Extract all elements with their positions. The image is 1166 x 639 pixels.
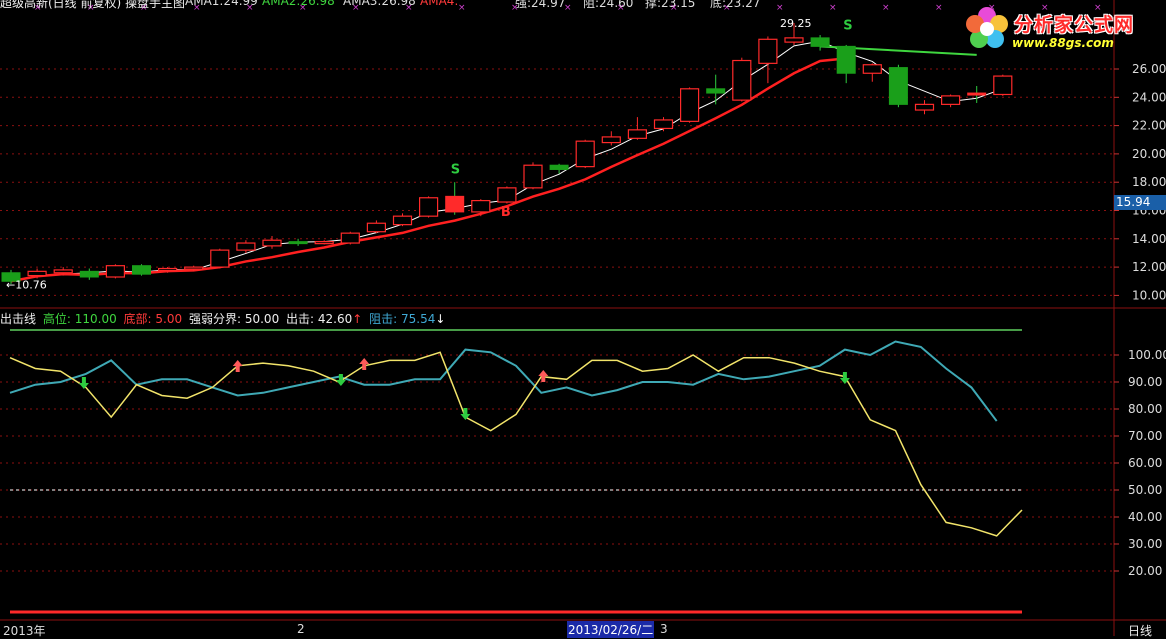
low-price-marker: ←10.76 (6, 279, 47, 292)
resist-line (9, 340, 998, 422)
ama4-label: AMA4: (420, 0, 459, 8)
candle-body-up (784, 37, 804, 43)
candle-body-down (836, 45, 856, 74)
indicator-tick-label: 80.00 (1128, 402, 1162, 416)
strong-label: 强:24.97 (515, 0, 566, 10)
indicator-tick-label: 30.00 (1128, 537, 1162, 551)
chart-window: S S B 29.25 ←10.76 26.00 24.00 22.00 20.00 18.00… (0, 0, 1166, 639)
candle-body-up (679, 88, 700, 122)
ama3-label: AMA3:26.98 (343, 0, 416, 8)
candle-body-up (366, 222, 386, 233)
price-tick-label: 18.00 (1132, 175, 1166, 189)
price-tick-label: 10.00 (1132, 288, 1166, 302)
price-tick-label: 14.00 (1132, 232, 1166, 246)
candle-body-up (184, 266, 204, 270)
flower-logo-icon (966, 7, 1008, 48)
chart-title: 超级高新(日线 前复权) 操盘手主图 (0, 0, 185, 10)
candle-body-down (706, 88, 726, 94)
candle-body-up (653, 119, 674, 130)
candle-body-up (105, 265, 126, 278)
top-marker: × (935, 3, 943, 13)
candle-body-down (79, 270, 99, 278)
indicator-tick-label: 50.00 (1128, 483, 1162, 497)
time-cursor-date: 2013/02/26/二 (567, 621, 655, 638)
candle-body-up (758, 38, 778, 64)
candle-body-up (627, 129, 648, 139)
sell-arrow-icon (78, 377, 89, 389)
attack-value-label: 出击: 42.60↑ (286, 312, 363, 326)
price-tick-label: 22.00 (1132, 119, 1166, 133)
candle-body-up (27, 270, 47, 277)
time-month-3: 3 (660, 622, 668, 636)
ama1-label: AMA1:24.99 (185, 0, 258, 8)
price-tick-label: 24.00 (1132, 90, 1166, 104)
resist-label: 阻:24.60 (583, 0, 634, 10)
high-level-label: 高位: 110.00 (42, 312, 117, 326)
current-price-tag: 15.94 (1114, 195, 1166, 210)
signal-label: S (451, 163, 460, 178)
buy-arrow-icon (232, 360, 243, 372)
candle-body-up (601, 136, 621, 144)
ama2-label: AMA2:26.98 (262, 0, 335, 8)
indicator-tick-label: 100.00 (1128, 348, 1166, 362)
indicator-tick-label: 40.00 (1128, 510, 1162, 524)
period-label[interactable]: 日线 (1128, 622, 1152, 639)
indicator-tick-label: 60.00 (1128, 456, 1162, 470)
candle-body-down (288, 241, 308, 245)
candle-body-up (236, 242, 256, 251)
indicator-tick-label: 20.00 (1128, 564, 1162, 578)
candle-body-down (132, 265, 151, 275)
top-marker: × (458, 3, 466, 13)
price-tick-label: 12.00 (1132, 260, 1166, 274)
candle-body-up (940, 95, 961, 105)
candle-body-up (158, 267, 178, 272)
candle-body-up (392, 215, 413, 226)
indicator-tick-label: 70.00 (1128, 429, 1162, 443)
time-year: 2013年 (3, 624, 46, 638)
high-price-marker: 29.25 (780, 17, 812, 30)
candle-body-up (471, 199, 491, 213)
top-marker: × (776, 3, 784, 13)
time-month-2: 2 (297, 622, 305, 636)
signal-label: S (843, 18, 852, 33)
candle-body-up (914, 103, 935, 111)
ma-white-line (10, 40, 1003, 282)
time-axis (0, 622, 1114, 623)
candle-body-up (993, 75, 1013, 96)
candle-body-down (445, 195, 465, 213)
price-tick-label: 20.00 (1132, 147, 1166, 161)
candle-body-up (732, 59, 752, 101)
signal-label: B (501, 205, 511, 220)
candle-body-up (210, 249, 230, 268)
candle-body-down (810, 37, 830, 47)
top-marker: × (882, 3, 890, 13)
price-tick-label: 26.00 (1132, 62, 1166, 76)
candle-body-up (523, 164, 543, 189)
indicator-tick-label: 90.00 (1128, 375, 1162, 389)
bottom-label: 底:23.27 (710, 0, 761, 10)
candle-body-up (314, 241, 334, 245)
support-label: 撑:23.15 (645, 0, 696, 10)
site-logo: 分析家公式网 www.88gs.com (962, 2, 1162, 54)
divide-level-label: 强弱分界: 50.00 (188, 312, 280, 326)
logo-url: www.88gs.com (1012, 36, 1114, 50)
indicator-header: 出击线 高位: 110.00 底部: 5.00 强弱分界: 50.00 出击: … (0, 310, 445, 327)
candle-body-up (340, 232, 360, 244)
candle-body-up (497, 187, 517, 203)
resist-value-label: 阻击: 75.54↓ (369, 312, 446, 326)
indicator-name: 出击线 (0, 312, 37, 326)
candle-body-up (575, 140, 595, 168)
candle-body-up (53, 269, 73, 274)
candle-body-up (419, 197, 439, 217)
candle-body-up (262, 239, 282, 247)
candle-body-down (967, 92, 987, 96)
candle-body-down (888, 67, 908, 105)
candle-body-up (862, 64, 882, 74)
bottom-level-label: 底部: 5.00 (123, 312, 183, 326)
top-marker: × (829, 3, 837, 13)
logo-title: 分析家公式网 (1014, 14, 1135, 36)
buy-arrow-icon (538, 370, 549, 382)
candle-body-down (549, 164, 569, 170)
sell-arrow-icon (335, 374, 346, 386)
